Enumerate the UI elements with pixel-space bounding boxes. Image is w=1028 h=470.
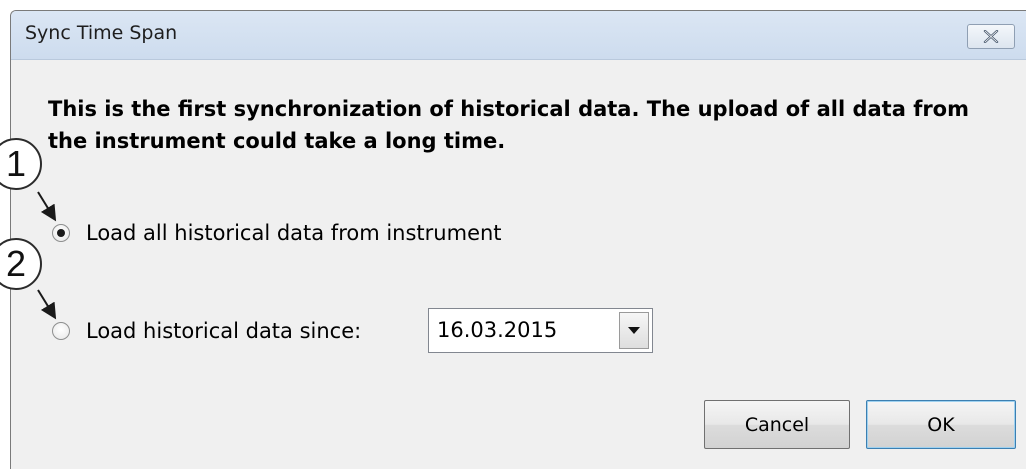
ok-button[interactable]: OK	[866, 400, 1016, 449]
date-select[interactable]: 16.03.2015	[428, 308, 653, 353]
window-title: Sync Time Span	[25, 22, 178, 44]
dialog-body: This is the first synchronization of his…	[11, 60, 1026, 469]
close-button[interactable]	[967, 24, 1015, 49]
dialog-window: Sync Time Span This is the first synchro…	[10, 10, 1026, 469]
date-select-value: 16.03.2015	[437, 318, 558, 342]
option-load-since[interactable]: Load historical data since:	[52, 319, 361, 343]
option-load-all-label: Load all historical data from instrument	[86, 221, 502, 245]
option-load-all[interactable]: Load all historical data from instrument	[52, 221, 502, 245]
radio-load-all[interactable]	[52, 224, 70, 242]
title-bar[interactable]: Sync Time Span	[11, 11, 1026, 60]
option-load-since-label: Load historical data since:	[86, 319, 362, 343]
sync-warning-message: This is the first synchronization of his…	[48, 97, 969, 153]
cancel-button[interactable]: Cancel	[704, 400, 850, 449]
radio-load-since[interactable]	[52, 322, 70, 340]
close-icon	[983, 30, 999, 43]
date-dropdown-button[interactable]	[619, 312, 649, 349]
chevron-down-icon	[628, 327, 640, 334]
